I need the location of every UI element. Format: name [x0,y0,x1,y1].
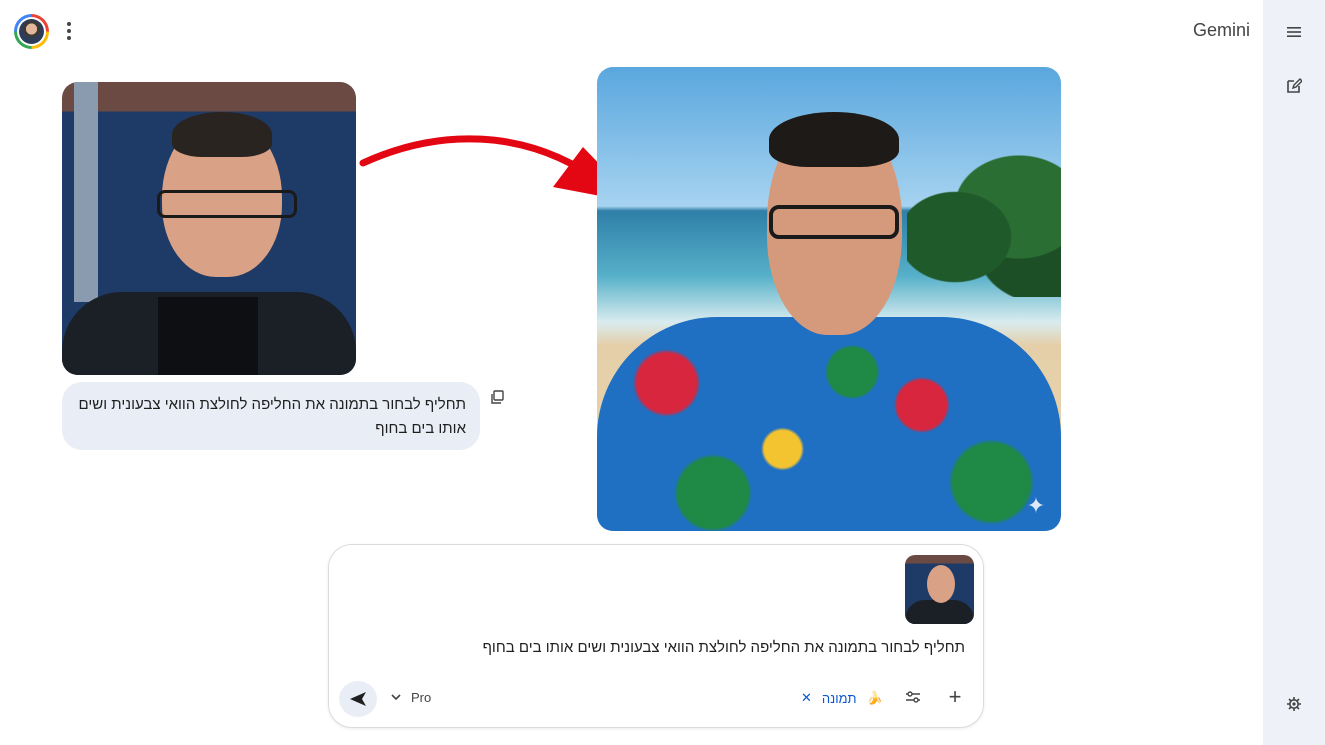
chevron-down-icon [391,694,401,701]
avatar-frame [17,17,46,46]
user-uploaded-image[interactable] [62,82,356,375]
gear-icon [1287,697,1301,711]
user-message-text: תחליף לבחור בתמונה את החליפה לחולצת הווא… [78,396,466,437]
user-avatar[interactable] [14,14,49,49]
more-vert-dot [67,36,71,40]
prompt-input[interactable]: תחליף לבחור בתמונה את החליפה לחולצת הווא… [349,637,965,659]
send-button[interactable] [339,681,377,717]
model-selector[interactable]: Pro [391,690,431,705]
hair [172,112,272,157]
sparkle-icon: ✦ [1026,493,1046,518]
banana-icon: 🍌 [866,690,883,705]
background-pillar [74,82,98,302]
more-vert-icon [67,22,71,26]
settings-button[interactable] [1282,692,1306,716]
tools-button[interactable] [905,690,923,708]
edit-icon [1287,78,1302,93]
image-tool-label: תמונה [821,690,857,706]
add-attachment-button[interactable]: + [945,686,965,708]
tshirt [158,297,258,375]
more-vert-dot [67,29,71,33]
palm-trees [907,147,1061,297]
gemini-chat-page: Gemini תחליף לבחור בתמונה את החליפה לחול… [0,0,1325,745]
attached-image-thumbnail[interactable] [905,555,974,624]
model-label: Pro [411,690,432,705]
avatar-image [19,19,44,44]
close-icon[interactable]: ✕ [801,690,812,706]
app-title: Gemini [1192,20,1250,40]
generated-image[interactable]: ✦ [597,67,1061,531]
hawaiian-shirt [597,317,1061,531]
tune-icon [906,691,920,703]
thumb-face [927,565,955,603]
hamburger-icon [1287,27,1301,37]
send-icon [350,692,366,706]
main-menu-button[interactable] [1282,20,1306,44]
image-tool-chip[interactable]: ✕ תמונה 🍌 [801,690,883,706]
more-options-button[interactable] [60,20,78,42]
hair [769,112,899,167]
copy-message-button[interactable] [490,390,504,404]
copy-icon [491,390,504,404]
thumb-jacket [905,600,974,624]
prompt-composer[interactable]: תחליף לבחור בתמונה את החליפה לחולצת הווא… [328,544,984,728]
glasses [769,205,899,239]
glasses [157,190,297,218]
new-chat-button[interactable] [1282,74,1306,98]
user-message-bubble: תחליף לבחור בתמונה את החליפה לחולצת הווא… [62,382,480,450]
side-rail [1263,0,1325,745]
